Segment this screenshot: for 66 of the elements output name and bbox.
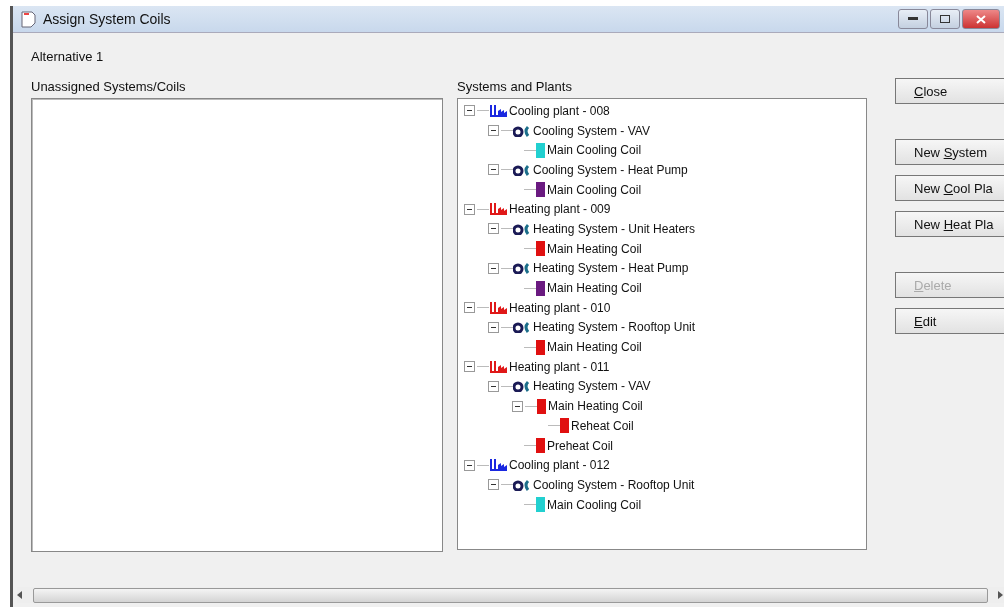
tree-item[interactable]: Heating plant - 011 — [507, 359, 612, 374]
tree-item[interactable]: Cooling System - Rooftop Unit — [531, 477, 697, 492]
expand-toggle[interactable] — [512, 400, 523, 412]
expand-toggle[interactable] — [464, 105, 475, 117]
scroll-right-icon — [998, 591, 1004, 599]
maximize-button[interactable] — [930, 9, 960, 29]
close-icon — [976, 14, 986, 24]
plant-icon — [489, 203, 507, 216]
tree-item[interactable]: Cooling plant - 008 — [507, 103, 612, 118]
tree-item[interactable]: Heating System - Unit Heaters — [531, 221, 698, 236]
tree-label: Systems and Plants — [457, 79, 573, 94]
tree-item[interactable]: Main Cooling Coil — [545, 143, 644, 158]
plant-icon — [489, 360, 507, 373]
tree-item[interactable]: Heating plant - 010 — [507, 300, 613, 315]
tree-item[interactable]: Preheat Coil — [545, 438, 616, 453]
expand-toggle[interactable] — [464, 302, 475, 314]
system-icon — [513, 478, 531, 491]
expand-toggle[interactable] — [488, 164, 499, 176]
tree-item[interactable]: Heating System - Rooftop Unit — [531, 320, 698, 335]
expand-toggle[interactable] — [488, 223, 499, 235]
system-icon — [513, 124, 531, 137]
system-icon — [513, 380, 531, 393]
scroll-left-icon — [17, 591, 23, 599]
plant-icon — [489, 104, 507, 117]
plant-icon — [489, 459, 507, 472]
expand-toggle[interactable] — [488, 125, 499, 137]
tree-item[interactable]: Main Heating Coil — [545, 281, 644, 296]
action-button[interactable]: New System — [895, 139, 1004, 165]
action-button[interactable]: Edit — [895, 308, 1004, 334]
expand-toggle[interactable] — [488, 479, 499, 491]
expand-toggle[interactable] — [464, 459, 475, 471]
action-button[interactable]: New Cool Pla — [895, 175, 1004, 201]
action-button[interactable]: New Heat Pla — [895, 211, 1004, 237]
expand-toggle[interactable] — [464, 203, 475, 215]
tree-item[interactable]: Main Heating Coil — [545, 340, 644, 355]
window-title: Assign System Coils — [43, 11, 171, 27]
tree-item[interactable]: Cooling plant - 012 — [507, 458, 612, 473]
tree-item[interactable]: Heating plant - 009 — [507, 202, 613, 217]
tree-item[interactable]: Main Cooling Coil — [545, 497, 644, 512]
tree-item[interactable]: Main Cooling Coil — [545, 182, 644, 197]
alternative-label: Alternative 1 — [31, 49, 104, 64]
close-window-button[interactable] — [962, 9, 1000, 29]
minimize-icon — [908, 17, 918, 21]
app-icon — [19, 10, 37, 28]
system-icon — [513, 262, 531, 275]
system-icon — [513, 163, 531, 176]
system-icon — [513, 222, 531, 235]
tree-item[interactable]: Main Heating Coil — [546, 399, 645, 414]
expand-toggle[interactable] — [488, 262, 499, 274]
systems-tree[interactable] — [457, 98, 867, 550]
system-icon — [513, 321, 531, 334]
action-button[interactable]: Close — [895, 78, 1004, 104]
tree-item[interactable]: Cooling System - VAV — [531, 123, 652, 138]
tree-item[interactable]: Heating System - VAV — [531, 379, 653, 394]
horizontal-scrollbar[interactable] — [17, 587, 1004, 603]
list-label: Unassigned Systems/Coils — [31, 79, 187, 94]
maximize-icon — [940, 15, 950, 23]
minimize-button[interactable] — [898, 9, 928, 29]
expand-toggle[interactable] — [464, 361, 475, 373]
tree-item[interactable]: Cooling System - Heat Pump — [531, 162, 690, 177]
expand-toggle[interactable] — [488, 321, 499, 333]
expand-toggle[interactable] — [488, 380, 499, 392]
plant-icon — [489, 301, 507, 314]
tree-item[interactable]: Main Heating Coil — [545, 241, 644, 256]
tree-item[interactable]: Reheat Coil — [569, 418, 636, 433]
tree-item[interactable]: Heating System - Heat Pump — [531, 261, 691, 276]
